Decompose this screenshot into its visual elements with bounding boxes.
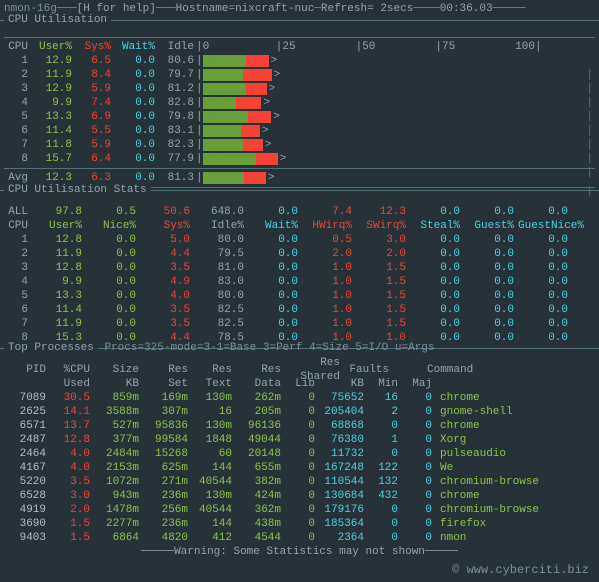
user-bar: UUUUUU	[203, 125, 242, 137]
sys-bar	[246, 83, 266, 95]
sys-bar	[248, 111, 271, 123]
user-bar: UUUUUU	[203, 153, 256, 165]
cpu-row: 2 11.9 8.4 0.0 79.7 |UUUUUU>|	[4, 68, 595, 82]
warning-text: ─────Warning: Some Statistics may not sh…	[4, 545, 595, 559]
refresh-value: 2secs	[380, 2, 413, 16]
process-row: 6571 13.7 527m 95836 130m 96136 0 68868 …	[4, 419, 595, 433]
cpu-stats-row: 211.90.04.479.50.02.02.00.00.00.0	[4, 248, 595, 262]
cpu-stats-row: 711.90.03.582.50.01.01.50.00.00.0	[4, 318, 595, 332]
process-row: 3690 1.5 2277m 236m 144 438m 0 185364 0 …	[4, 517, 595, 531]
user-bar: UUUUUU	[203, 97, 237, 109]
sys-bar	[243, 139, 263, 151]
sys-bar	[241, 125, 260, 137]
process-row: 2625 14.1 3588m 307m 16 205m 0 205404 2 …	[4, 405, 595, 419]
process-row: 2464 4.0 2484m 15268 60 20148 0 11732 0 …	[4, 447, 595, 461]
cpu-stats-section: CPU Utilisation Stats	[0, 190, 599, 205]
process-row: 2487 12.8 377m 99584 1848 49044 0 76380 …	[4, 433, 595, 447]
user-bar: UUUUUU	[203, 55, 247, 67]
sys-bar	[246, 55, 268, 67]
sys-bar	[236, 97, 261, 109]
cpu-stats-header: CPUUser%Nice%Sys%Idle%Wait%HWirq%SWirq%S…	[4, 220, 595, 234]
cpu-row: 1 12.9 6.5 0.0 80.6 |UUUUUU>|	[4, 54, 595, 68]
sys-bar	[243, 69, 272, 81]
user-bar: UUUUUU	[203, 172, 245, 184]
process-row: 5220 3.5 1072m 271m 40544 382m 0 110544 …	[4, 475, 595, 489]
top-header2: Used KBSet TextData LibKB MinMaj	[4, 377, 595, 391]
cpu-util-section: CPU Utilisation	[0, 20, 599, 35]
process-row: 7089 30.5 859m 169m 130m 262m 0 75652 16…	[4, 391, 595, 405]
cpu-row: 7 11.8 5.9 0.0 82.3 |UUUUUU>|	[4, 138, 595, 152]
process-row: 4919 2.0 1478m 256m 40544 362m 0 179176 …	[4, 503, 595, 517]
user-bar: UUUUUU	[203, 111, 248, 123]
cpu-stats-row: 611.40.03.582.50.01.01.50.00.00.0	[4, 304, 595, 318]
cpu-stats-row: 49.90.04.983.00.01.01.50.00.00.0	[4, 276, 595, 290]
top-meta: Procs=325-mode=3-1=Base 3=Perf 4=Size 5=…	[104, 342, 434, 354]
cpu-row: 6 11.4 5.5 0.0 83.1 |UUUUUU>|	[4, 124, 595, 138]
user-bar: UUUUUU	[203, 83, 247, 95]
host-label: Hostname=	[176, 2, 235, 16]
sys-bar	[256, 153, 278, 165]
sys-bar	[244, 172, 265, 184]
refresh-label: Refresh=	[321, 2, 374, 16]
process-row: 4167 4.0 2153m 625m 144 655m 0 167248 12…	[4, 461, 595, 475]
cpu-row: 3 12.9 5.9 0.0 81.2 |UUUUUU>|	[4, 82, 595, 96]
cpu-stats-row: 112.80.05.080.00.00.53.00.00.00.0	[4, 234, 595, 248]
cpu-stats-row: 312.80.03.581.00.01.01.50.00.00.0	[4, 262, 595, 276]
process-row: 6528 3.0 943m 236m 130m 424m 0 130684 43…	[4, 489, 595, 503]
top-procs-section: Top Processes Procs=325-mode=3-1=Base 3=…	[0, 348, 599, 363]
cpu-util-header: CPU User% Sys% Wait% Idle |0|25|50|75100…	[4, 40, 595, 54]
section-title: CPU Utilisation	[4, 14, 111, 26]
section-title: CPU Utilisation Stats	[4, 184, 151, 196]
cpu-row: 4 9.9 7.4 0.0 82.8 |UUUUUU>|	[4, 96, 595, 110]
section-title: Top Processes	[4, 342, 98, 354]
user-bar: UUUUUU	[203, 139, 243, 151]
cpu-row: 5 13.3 6.9 0.0 79.8 |UUUUUU>|	[4, 110, 595, 124]
process-row: 9403 1.5 6864 4820 412 4544 0 2364 0 0 n…	[4, 531, 595, 545]
cpu-stats-all: ALL97.80.550.6648.00.07.412.30.00.00.0	[4, 206, 595, 220]
footer-credit: © www.cyberciti.biz	[0, 559, 599, 582]
host-value: nixcraft-nuc	[235, 2, 314, 16]
clock: 00:36.03	[440, 2, 493, 16]
top-header1: PID%CPU SizeRes ResRes Res SharedFaults …	[4, 363, 595, 377]
cpu-row: 8 15.7 6.4 0.0 77.9 |UUUUUU>|	[4, 152, 595, 166]
user-bar: UUUUUU	[203, 69, 243, 81]
cpu-stats-row: 513.30.04.080.00.01.01.50.00.00.0	[4, 290, 595, 304]
